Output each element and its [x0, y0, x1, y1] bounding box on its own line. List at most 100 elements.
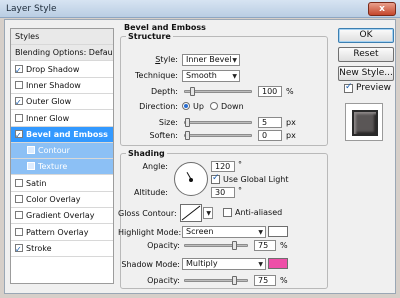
style-list-item[interactable]: Gradient Overlay: [11, 208, 113, 225]
style-list-item[interactable]: Inner Shadow: [11, 78, 113, 94]
style-list-label: Inner Shadow: [26, 80, 81, 90]
chevron-down-icon: ▼: [232, 73, 237, 80]
technique-label-text: Technique:: [135, 71, 178, 80]
soften-slider-thumb[interactable]: [185, 131, 190, 140]
style-list-item[interactable]: Stroke: [11, 241, 113, 257]
window-title: Layer Style: [6, 4, 57, 14]
style-checkbox[interactable]: [15, 242, 23, 256]
style-list-item[interactable]: Inner Glow: [11, 111, 113, 127]
style-list-label: Gradient Overlay: [26, 211, 95, 221]
contour-curve-icon: [181, 205, 201, 221]
close-button[interactable]: x: [368, 2, 396, 16]
gloss-contour-dropdown[interactable]: ▼: [203, 207, 213, 219]
reset-button[interactable]: Reset: [338, 47, 394, 62]
shadow-opacity-input[interactable]: 75: [254, 275, 276, 286]
style-list-label: Blending Options: Default: [15, 48, 113, 58]
preview-checkbox[interactable]: [344, 82, 353, 93]
style-checkbox[interactable]: [15, 211, 23, 220]
depth-input[interactable]: 100: [258, 86, 282, 97]
direction-up-radio[interactable]: [182, 102, 190, 110]
shadow-mode-value: Multiply: [186, 259, 218, 268]
angle-input[interactable]: 120: [211, 161, 235, 172]
style-checkbox[interactable]: [15, 113, 23, 122]
style-list-item[interactable]: Pattern Overlay: [11, 225, 113, 241]
style-list-label: Pattern Overlay: [26, 227, 89, 237]
chevron-down-icon: ▼: [258, 229, 263, 236]
shadow-color-swatch[interactable]: [268, 258, 288, 269]
highlight-opacity-track[interactable]: [184, 244, 248, 247]
technique-select[interactable]: Smooth ▼: [182, 70, 240, 82]
highlight-mode-label: Highlight Mode:: [118, 228, 182, 237]
direction-label: Direction:: [139, 102, 178, 111]
style-list-item[interactable]: Styles: [11, 29, 113, 45]
highlight-mode-select[interactable]: Screen ▼: [182, 226, 266, 238]
style-list-label: Outer Glow: [26, 97, 72, 107]
style-checkbox[interactable]: [15, 128, 23, 142]
style-checkbox[interactable]: [27, 162, 35, 171]
ok-button[interactable]: OK: [338, 28, 394, 43]
technique-label: Technique:: [118, 71, 178, 80]
style-checkbox[interactable]: [15, 227, 23, 236]
direction-down-radio[interactable]: [210, 102, 218, 110]
style-label: Style:: [155, 55, 178, 64]
highlight-opacity-input[interactable]: 75: [254, 240, 276, 251]
gloss-contour-preview[interactable]: [180, 204, 202, 222]
antialiased-checkbox[interactable]: [223, 208, 232, 217]
shadow-mode-label: Shadow Mode:: [121, 260, 180, 269]
angle-label: Angle:: [142, 162, 168, 171]
soften-slider-track[interactable]: [184, 134, 252, 137]
style-list-item[interactable]: Drop Shadow: [11, 62, 113, 78]
shadow-mode-select[interactable]: Multiply ▼: [182, 258, 266, 270]
altitude-label: Altitude:: [134, 188, 168, 197]
altitude-input[interactable]: 30: [211, 187, 235, 198]
style-list-item[interactable]: Color Overlay: [11, 192, 113, 208]
preview-swatch: [352, 110, 378, 136]
size-slider-thumb[interactable]: [185, 118, 190, 127]
style-checkbox[interactable]: [15, 95, 23, 109]
size-input[interactable]: 5: [258, 117, 282, 128]
style-checkbox[interactable]: [15, 195, 23, 203]
antialiased-label: Anti-aliased: [235, 208, 283, 217]
chevron-down-icon: ▼: [258, 261, 263, 268]
highlight-opacity-label: Opacity:: [147, 241, 180, 250]
style-value: Inner Bevel: [186, 55, 232, 64]
style-list-item[interactable]: Satin: [11, 176, 113, 192]
global-light-checkbox[interactable]: [211, 173, 220, 184]
style-list-label: Satin: [26, 178, 47, 188]
style-list-label: Color Overlay: [26, 195, 81, 204]
style-checkbox[interactable]: [27, 146, 35, 155]
style-list-item[interactable]: Contour: [11, 143, 113, 160]
style-list-item[interactable]: Texture: [11, 159, 113, 176]
structure-title: Structure: [126, 32, 173, 41]
new-style-button[interactable]: New Style...: [338, 66, 394, 81]
highlight-opacity-thumb[interactable]: [232, 241, 237, 250]
soften-input[interactable]: 0: [258, 130, 282, 141]
size-slider-track[interactable]: [184, 121, 252, 124]
angle-dial[interactable]: [174, 162, 208, 196]
styles-list: Styles Blending Options: Default Drop Shad…: [10, 28, 114, 284]
style-checkbox[interactable]: [15, 63, 23, 77]
shading-title: Shading: [126, 149, 167, 158]
technique-value: Smooth: [186, 71, 217, 80]
highlight-color-swatch[interactable]: [268, 226, 288, 237]
style-list-label: Styles: [15, 32, 40, 41]
chevron-down-icon: ▼: [232, 57, 237, 64]
shadow-opacity-track[interactable]: [184, 279, 248, 282]
shadow-opacity-thumb[interactable]: [232, 276, 237, 285]
global-light-label: Use Global Light: [223, 175, 289, 184]
style-list-label: Texture: [38, 162, 68, 172]
style-list-item[interactable]: Bevel and Emboss: [11, 126, 113, 143]
style-select[interactable]: Inner Bevel ▼: [182, 54, 240, 66]
style-label-text: tyle:: [160, 55, 178, 64]
depth-slider-thumb[interactable]: [190, 87, 195, 96]
style-list-item[interactable]: Outer Glow: [11, 94, 113, 111]
style-list-item[interactable]: Blending Options: Default: [11, 45, 113, 62]
direction-down-label: Down: [221, 102, 244, 111]
angle-unit: °: [238, 160, 242, 169]
soften-label: Soften:: [149, 131, 178, 140]
style-checkbox[interactable]: [15, 178, 23, 187]
depth-label: Depth:: [150, 87, 178, 96]
style-checkbox[interactable]: [15, 80, 23, 89]
style-list-label: Contour: [38, 146, 70, 156]
settings-panel: Bevel and Emboss Structure Style: Inner …: [118, 22, 328, 292]
